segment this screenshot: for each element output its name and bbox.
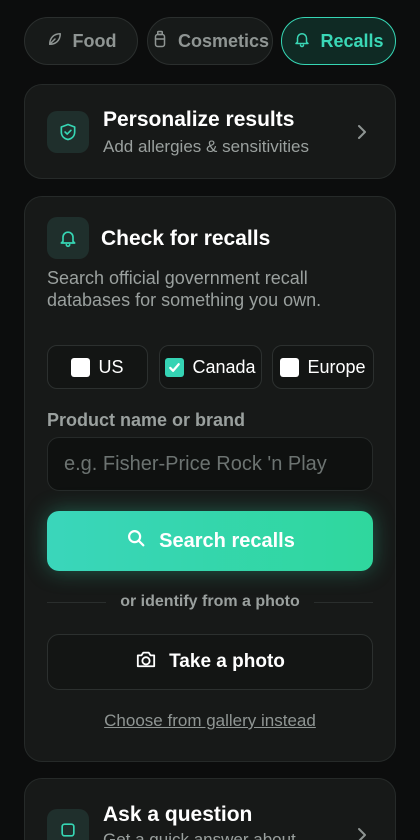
region-europe-label: Europe: [307, 356, 366, 377]
region-canada-checkbox[interactable]: Canada: [159, 345, 262, 389]
checkbox-checked-icon: [165, 357, 185, 377]
ask-question-title: Ask a question: [103, 803, 253, 826]
chat-icon: [47, 809, 89, 840]
checkbox-unchecked-icon: [71, 357, 91, 377]
bell-icon: [47, 217, 89, 259]
check-recalls-card: Check for recalls Search official govern…: [24, 196, 396, 762]
region-canada-label: Canada: [192, 356, 256, 377]
shield-check-icon: [47, 111, 89, 153]
ask-question-card[interactable]: Ask a question Get a quick answer about: [24, 778, 396, 840]
category-tabs: Food Cosmetics Recalls: [24, 17, 396, 65]
personalize-title: Personalize results: [103, 108, 295, 131]
tab-food[interactable]: Food: [24, 17, 138, 65]
divider-text: or identify from a photo: [120, 593, 300, 610]
tab-cosmetics[interactable]: Cosmetics: [147, 17, 273, 65]
region-us-checkbox[interactable]: US: [47, 345, 148, 389]
checkbox-unchecked-icon: [280, 357, 300, 377]
take-photo-label: Take a photo: [169, 651, 285, 672]
ask-question-subtitle: Get a quick answer about: [103, 830, 296, 840]
chevron-right-icon: [358, 828, 366, 840]
tab-food-label: Food: [72, 30, 117, 51]
personalize-card[interactable]: Personalize results Add allergies & sens…: [24, 84, 396, 179]
leaf-icon: [46, 30, 64, 53]
search-recalls-button[interactable]: Search recalls: [47, 511, 373, 571]
product-field-label: Product name or brand: [47, 410, 246, 430]
region-selector: US Canada Europe: [47, 345, 375, 389]
choose-gallery-link[interactable]: Choose from gallery instead: [25, 711, 395, 731]
region-europe-checkbox[interactable]: Europe: [272, 345, 374, 389]
bottle-icon: [151, 30, 169, 53]
chevron-right-icon: [358, 125, 366, 139]
region-us-label: US: [98, 356, 124, 377]
divider-line: [47, 601, 107, 603]
search-icon: [125, 527, 147, 555]
photo-divider: or identify from a photo: [47, 591, 374, 613]
tab-cosmetics-label: Cosmetics: [177, 30, 270, 51]
tab-recalls[interactable]: Recalls: [281, 17, 396, 65]
check-recalls-description: Search official government recall databa…: [47, 268, 322, 310]
check-recalls-title: Check for recalls: [101, 227, 271, 250]
personalize-subtitle: Add allergies & sensitivities: [103, 137, 309, 156]
search-recalls-label: Search recalls: [159, 529, 295, 552]
tab-recalls-label: Recalls: [320, 30, 384, 51]
bell-icon: [293, 30, 311, 53]
camera-icon: [135, 649, 157, 675]
divider-line: [313, 601, 374, 603]
take-photo-button[interactable]: Take a photo: [47, 634, 373, 690]
product-search-input[interactable]: [47, 437, 373, 491]
